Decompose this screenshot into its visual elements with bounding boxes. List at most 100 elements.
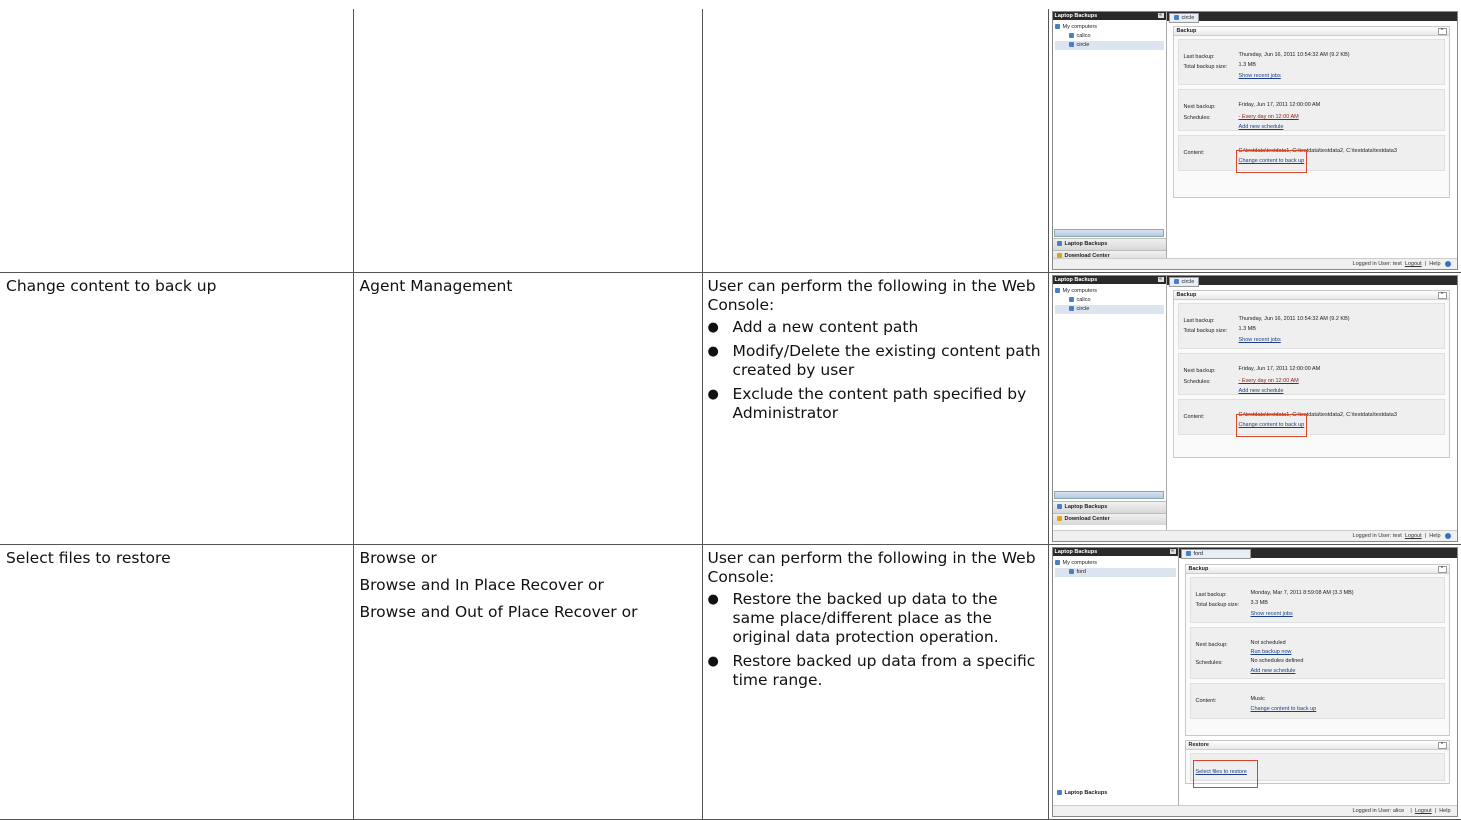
task-cell: Select files to restore	[0, 544, 354, 820]
screenshot-cell: Laptop Backups « My computers ford Laptop…	[1047, 544, 1461, 820]
description-cell	[701, 9, 1049, 273]
left-panel: Laptop Backups « My computers ford Laptop…	[1052, 548, 1179, 806]
horizontal-scrollbar[interactable]	[1053, 491, 1164, 499]
laptop-icon	[1056, 790, 1062, 796]
description-intro: User can perform the following in the We…	[707, 549, 1036, 586]
tree-item-calico[interactable]: calico	[1055, 296, 1164, 305]
computer-icon	[1068, 306, 1074, 312]
logout-link[interactable]: Logout	[1415, 808, 1432, 814]
left-panel-title: Laptop Backups	[1054, 549, 1098, 555]
table-row: Change content to back up Agent Manageme…	[0, 272, 1461, 545]
tree-item-circle[interactable]: circle	[1054, 41, 1164, 50]
laptop-icon	[1056, 241, 1062, 247]
permission-text: Browse and Out of Place Recover or	[359, 603, 638, 621]
status-bar: Logged in User: alice | Logout | Help	[1052, 805, 1457, 816]
task-cell: Change content to back up	[0, 272, 354, 545]
help-link[interactable]: Help	[1429, 533, 1440, 539]
right-panel: circle Backup ⌃ Last backup: Thursday, Ju…	[1166, 276, 1457, 531]
collapse-icon[interactable]: ⌃	[1437, 566, 1447, 573]
tab-circle[interactable]: circle	[1168, 277, 1200, 287]
screenshot-cell: Laptop Backups « My computers calico circ…	[1047, 9, 1461, 273]
last-backup-group: Last backup: Thursday, Jun 16, 2011 10:5…	[1177, 39, 1445, 86]
tree-root[interactable]: My computers	[1054, 23, 1164, 32]
left-panel-title: Laptop Backups	[1054, 277, 1098, 283]
computer-tree: My computers ford	[1053, 556, 1178, 580]
permission-text: Agent Management	[359, 277, 513, 295]
tree-root[interactable]: My computers	[1054, 559, 1176, 568]
nav-laptop-backups[interactable]: Laptop Backups	[1052, 501, 1166, 513]
collapse-icon[interactable]: ⌃	[1437, 292, 1447, 299]
tree-root[interactable]: My computers	[1054, 287, 1164, 296]
permissions-table: Laptop Backups « My computers calico circ…	[0, 9, 1461, 820]
tree-item-circle[interactable]: circle	[1054, 305, 1164, 314]
tree-item-calico[interactable]: calico	[1055, 32, 1164, 41]
download-icon	[1056, 516, 1062, 522]
horizontal-scrollbar[interactable]	[1053, 229, 1164, 237]
help-icon[interactable]	[1444, 260, 1451, 267]
left-panel-title: Laptop Backups	[1054, 13, 1098, 19]
schedule-group: Next backup: Not scheduled Run backup no…	[1189, 627, 1445, 681]
computers-icon	[1054, 24, 1060, 30]
table-row: Select files to restore Browse or Browse…	[0, 544, 1461, 820]
help-icon[interactable]	[1444, 532, 1451, 539]
nav-laptop-backups[interactable]: Laptop Backups	[1052, 788, 1178, 799]
nav-download-center[interactable]: Download Center	[1052, 513, 1166, 525]
content-group: Content: C:\testdata\testdata1, C:\testd…	[1177, 399, 1445, 437]
computers-icon	[1054, 288, 1060, 294]
description-intro: User can perform the following in the We…	[707, 277, 1036, 314]
screenshot-cell: Laptop Backups « My computers calico circ…	[1047, 272, 1461, 545]
tree-item-ford[interactable]: ford	[1054, 568, 1176, 577]
help-link[interactable]: Help	[1429, 261, 1440, 267]
content-group: Content: Music Change content to back up	[1189, 683, 1445, 719]
nav-laptop-backups[interactable]: Laptop Backups	[1052, 238, 1166, 250]
schedule-group: Next backup: Friday, Jun 17, 2011 12:00:…	[1177, 353, 1445, 395]
computer-tree: My computers calico circle	[1053, 20, 1166, 53]
console-screenshot-ford: Laptop Backups « My computers ford Laptop…	[1051, 547, 1458, 817]
computer-icon	[1068, 569, 1074, 575]
list-item: Modify/Delete the existing content path …	[708, 342, 1044, 380]
permission-cell: Agent Management	[352, 272, 703, 545]
tab-ford[interactable]: ford	[1180, 549, 1251, 559]
show-recent-jobs-link[interactable]: Show recent jobs	[1239, 67, 1281, 86]
computer-icon	[1068, 33, 1074, 39]
permission-cell: Browse or Browse and In Place Recover or…	[352, 544, 703, 820]
collapse-icon[interactable]: ⌃	[1437, 742, 1447, 749]
schedule-group: Next backup: Friday, Jun 17, 2011 12:00:…	[1177, 89, 1445, 131]
right-panel: circle Backup ⌃ Last backup: Thursday, Ju…	[1166, 12, 1457, 259]
last-backup-group: Last backup: Monday, Mar 7, 2011 8:59:08…	[1189, 577, 1445, 624]
collapse-icon[interactable]: «	[1157, 13, 1164, 18]
task-name: Select files to restore	[6, 549, 171, 567]
computer-icon	[1173, 15, 1179, 21]
status-bar: Logged in User: test Logout | Help	[1052, 530, 1457, 541]
select-files-to-restore-link[interactable]: Select files to restore	[1192, 760, 1258, 788]
collapse-icon[interactable]: «	[1157, 277, 1164, 282]
list-item: Exclude the content path specified by Ad…	[708, 385, 1044, 423]
status-bar: Logged in User: test Logout | Help	[1052, 258, 1457, 269]
collapse-icon[interactable]: ⌃	[1437, 28, 1447, 35]
change-content-link[interactable]: Change content to back up	[1235, 414, 1308, 437]
list-item: Restore backed up data from a specific t…	[708, 652, 1044, 690]
help-link[interactable]: Help	[1439, 808, 1450, 814]
add-schedule-link[interactable]: Add new schedule	[1251, 662, 1296, 681]
backup-section: Backup ⌃ Last backup: Monday, Mar 7, 2011…	[1184, 564, 1450, 736]
collapse-icon[interactable]: «	[1169, 549, 1176, 554]
computer-icon	[1185, 551, 1191, 557]
computer-tree: My computers calico circle	[1053, 284, 1166, 317]
change-content-link[interactable]: Change content to back up	[1251, 700, 1317, 719]
tab-circle[interactable]: circle	[1168, 13, 1200, 23]
show-recent-jobs-link[interactable]: Show recent jobs	[1239, 331, 1281, 350]
logout-link[interactable]: Logout	[1405, 533, 1422, 539]
computer-icon	[1068, 42, 1074, 48]
computers-icon	[1054, 560, 1060, 566]
list-item: Add a new content path	[708, 318, 1044, 337]
list-item: Restore the backed up data to the same p…	[708, 590, 1044, 647]
show-recent-jobs-link[interactable]: Show recent jobs	[1251, 605, 1293, 624]
console-screenshot-circle-change: Laptop Backups « My computers calico circ…	[1051, 275, 1458, 542]
last-backup-group: Last backup: Thursday, Jun 16, 2011 10:5…	[1177, 303, 1445, 350]
description-cell: User can perform the following in the We…	[701, 544, 1049, 820]
left-panel: Laptop Backups « My computers calico circ…	[1052, 12, 1167, 262]
change-content-link[interactable]: Change content to back up	[1235, 150, 1308, 173]
logout-link[interactable]: Logout	[1405, 261, 1422, 267]
permission-text: Browse and In Place Recover or	[359, 576, 604, 594]
console-screenshot-circle: Laptop Backups « My computers calico circ…	[1051, 11, 1458, 270]
